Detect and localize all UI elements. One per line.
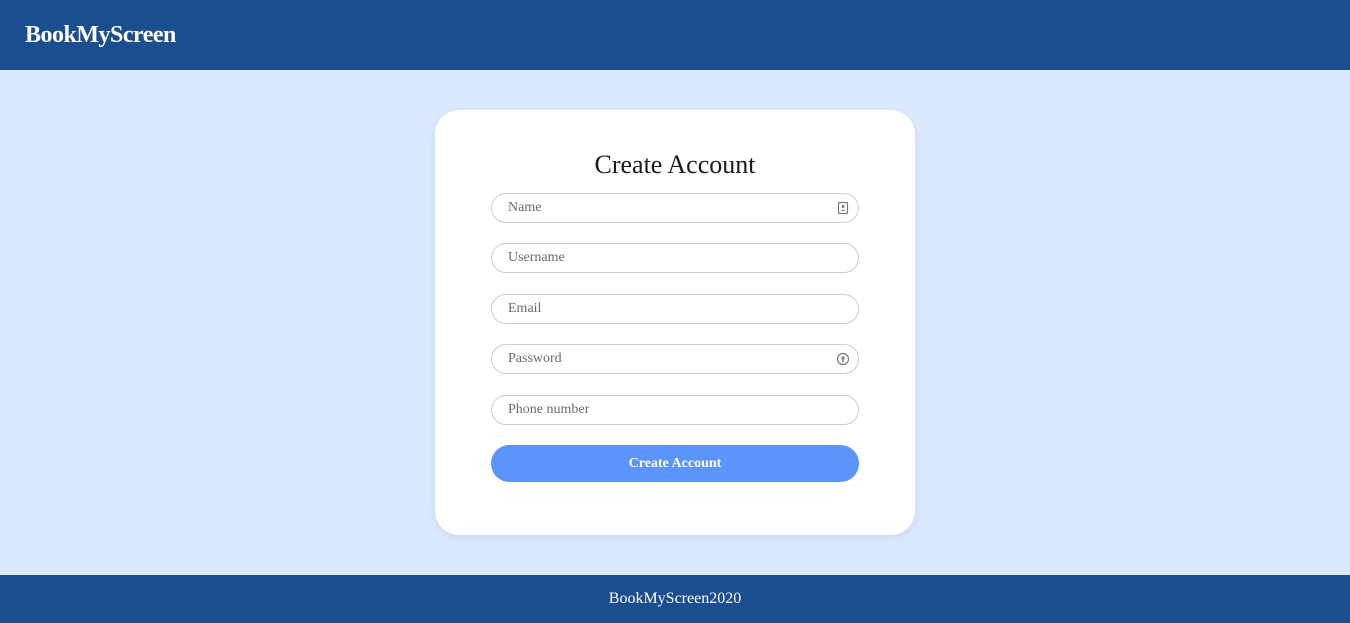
name-input[interactable]: [492, 194, 858, 222]
page-title: Create Account: [594, 150, 756, 179]
password-field: [491, 344, 859, 374]
email-field: [491, 294, 859, 324]
email-input[interactable]: [492, 295, 858, 323]
phone-input[interactable]: [492, 396, 858, 424]
contact-card-icon[interactable]: [836, 201, 850, 215]
brand-logo-link[interactable]: BookMyScreen: [25, 22, 176, 49]
password-manager-icon[interactable]: [836, 352, 850, 366]
phone-field: [491, 395, 859, 425]
footer: BookMyScreen2020: [0, 575, 1350, 623]
navbar: BookMyScreen: [0, 0, 1350, 70]
username-input[interactable]: [492, 244, 858, 272]
name-field: [491, 193, 859, 223]
password-input[interactable]: [492, 345, 858, 373]
username-field: [491, 243, 859, 273]
footer-text: BookMyScreen2020: [608, 590, 742, 607]
create-account-button[interactable]: Create Account: [491, 445, 859, 482]
